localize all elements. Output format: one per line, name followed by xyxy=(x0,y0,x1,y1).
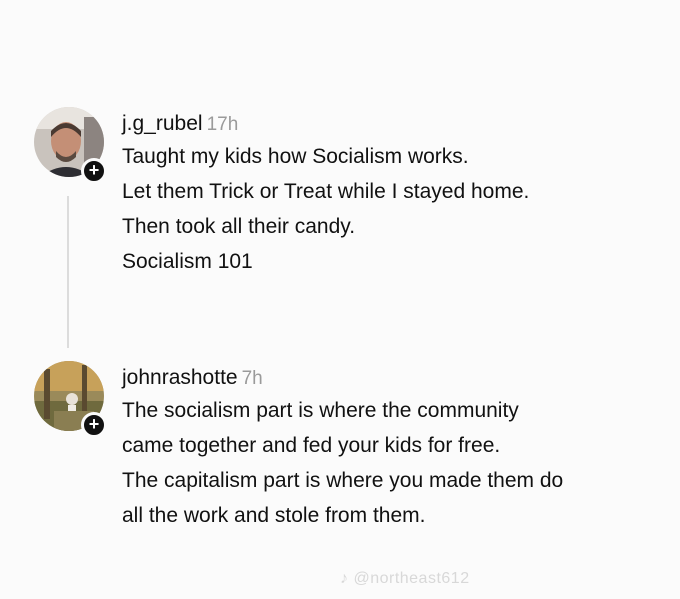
threads-screenshot: + j.g_rubel 17h Taught my kids how Social… xyxy=(0,0,680,599)
tiktok-watermark: ♪ @northeast612 xyxy=(340,570,470,587)
username[interactable]: johnrashotte xyxy=(122,366,238,389)
post-text-line: all the work and stole from them. xyxy=(122,504,426,527)
post-text-line: Socialism 101 xyxy=(122,250,253,273)
avatar-container: + xyxy=(34,107,107,184)
post-text-line: The capitalism part is where you made th… xyxy=(122,469,564,492)
plus-icon[interactable]: + xyxy=(81,412,107,438)
post-header: johnrashotte 7h xyxy=(122,363,652,393)
post-text-line: came together and fed your kids for free… xyxy=(122,434,501,457)
timestamp: 7h xyxy=(241,368,263,389)
username[interactable]: j.g_rubel xyxy=(122,112,203,135)
post-content: j.g_rubel 17h Taught my kids how Socialis… xyxy=(122,109,652,279)
avatar-container: + xyxy=(34,361,107,438)
plus-icon[interactable]: + xyxy=(81,158,107,184)
timestamp: 17h xyxy=(206,114,239,135)
post-text-line: Then took all their candy. xyxy=(122,215,356,238)
post-text-line: Taught my kids how Socialism works. xyxy=(122,145,469,168)
post-text-line: Let them Trick or Treat while I stayed h… xyxy=(122,180,530,203)
post-text-line: The socialism part is where the communit… xyxy=(122,399,519,422)
post-content: johnrashotte 7h The socialism part is whe… xyxy=(122,363,652,533)
thread-connector-line xyxy=(67,196,69,348)
post-header: j.g_rubel 17h xyxy=(122,109,652,139)
